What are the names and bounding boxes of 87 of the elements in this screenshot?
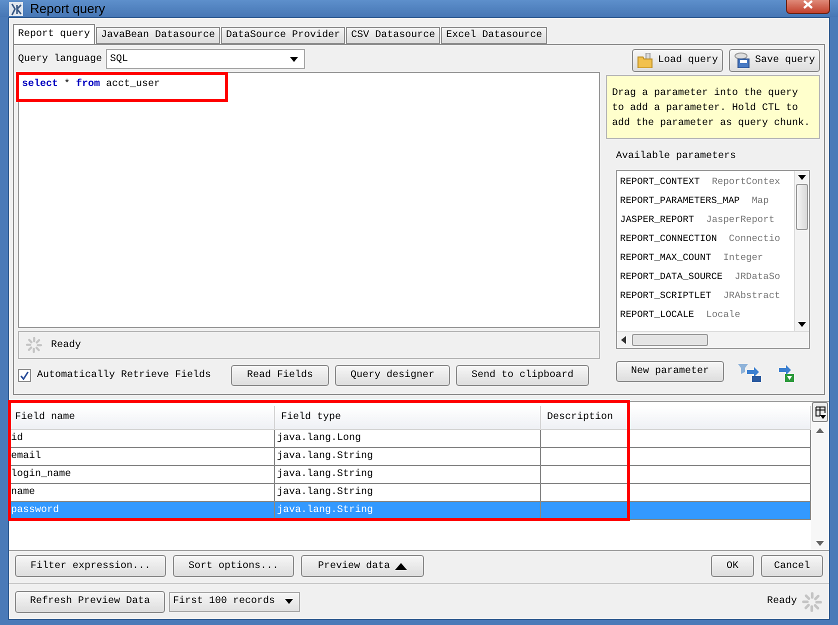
close-icon [803,0,813,9]
parameter-type: JasperReport [706,214,775,225]
parameter-name[interactable]: REPORT_PARAMETERS_MAP [620,194,740,206]
editor-button[interactable]: Read Fields [231,365,330,386]
up-arrow-icon [816,428,824,433]
table-cell: java.lang.String [275,484,541,501]
column-header[interactable]: Field type [275,406,541,429]
table-row[interactable]: login_name java.lang.String [9,466,811,484]
tab[interactable]: Excel Datasource [441,27,548,44]
caret-icon [798,322,806,327]
query-token: acct_user [106,79,160,90]
spinner-icon [25,336,43,354]
table-row[interactable]: name java.lang.String [9,484,811,502]
table-cell: java.lang.String [275,448,541,465]
parameter-name[interactable]: REPORT_MAX_COUNT [620,252,712,263]
file-button[interactable]: Save query [728,48,820,72]
spinner-icon [801,590,823,612]
caret-icon [290,56,298,62]
table-button[interactable]: Sort options... [173,555,294,577]
query-language-label: Query language [18,54,102,64]
table-cell: id [9,430,275,447]
hint-text: Drag a parameter into the query to add a parameter. Hold CTL to add the parameter as query chunk. [612,86,812,131]
table-cell: email [9,448,275,465]
query-token: * [64,79,70,90]
column-chooser-button[interactable] [812,402,828,422]
table-row[interactable]: id java.lang.Long [9,430,811,448]
editor-button[interactable]: Send to clipboard [456,365,590,386]
checkbox[interactable] [18,369,31,382]
scroll-thumb[interactable] [632,334,708,346]
column-header[interactable]: Field name [9,406,275,429]
up-triangle-icon [395,562,407,570]
parameter-name[interactable]: REPORT_SCRIPTLET [620,290,712,301]
down-arrow-icon [816,541,824,546]
parameter-name[interactable]: REPORT_CONNECTION [620,232,717,244]
table-cell: java.lang.String [275,502,541,519]
parameter-type: Locale [706,308,740,320]
table-row[interactable]: email java.lang.String [9,448,811,466]
query-editor[interactable]: select * from acct_user [18,72,600,328]
close-button[interactable] [786,0,830,14]
caret-icon [798,174,806,180]
table-cell: java.lang.String [275,466,541,483]
check-icon [20,371,29,380]
tab[interactable]: CSV Datasource [346,27,440,44]
scrollbar[interactable] [811,402,829,550]
caret-icon [285,599,293,604]
parameter-type: ReportContex [712,176,780,187]
file-button[interactable]: Load query [632,48,723,72]
table-cell: java.lang.Long [275,430,541,447]
refresh-preview-button[interactable]: Refresh Preview Data [15,590,165,612]
status-text: Ready [766,596,797,607]
parameters-label: Available parameters [615,150,738,164]
parameter-name[interactable]: REPORT_LOCALE [620,308,694,320]
parameter-name[interactable]: REPORT_CONTEXT [620,176,700,187]
new-parameter-button[interactable]: New parameter [616,361,724,382]
parameter-name[interactable]: JASPER_REPORT [620,214,694,225]
parameter-type: Connectio [728,232,780,244]
checkbox-label: Automatically Retrieve Fields [37,370,212,381]
table-cell: name [9,484,275,501]
parameter-type: Integer [723,252,764,263]
table-cell: password [9,502,275,519]
folder-icon [636,52,653,68]
parameter-name[interactable]: REPORT_DATA_SOURCE [620,270,723,282]
disk-icon [734,52,750,68]
scroll-thumb[interactable] [796,184,808,230]
status-text: Ready [51,340,82,350]
records-dropdown[interactable]: First 100 records [169,592,300,612]
table-button[interactable]: Preview data [301,555,424,577]
table-button[interactable]: Filter expression... [15,555,166,577]
scrollbar[interactable] [794,170,809,331]
tab[interactable]: DataSource Provider [221,27,346,44]
tab[interactable]: JavaBean Datasource [96,27,220,44]
scrollbar[interactable] [617,331,809,348]
table-cell: login_name [9,466,275,483]
dialog-button[interactable]: Cancel [761,555,823,577]
filter-arrow-icon[interactable] [738,362,764,382]
parameter-type: JRDataSo [734,270,780,282]
query-token: from [76,79,100,90]
dialog-button[interactable]: OK [711,555,754,577]
editor-button[interactable]: Query designer [335,365,450,386]
parameter-type: Map [752,194,769,206]
query-token: select [22,79,58,90]
tab[interactable]: Report query [13,24,96,44]
window-title: Report query [30,1,106,16]
parameter-type: JRAbstract [723,290,780,301]
query-language-dropdown[interactable]: SQL [106,49,306,69]
left-arrow-icon [621,336,626,344]
table-icon [814,406,826,418]
